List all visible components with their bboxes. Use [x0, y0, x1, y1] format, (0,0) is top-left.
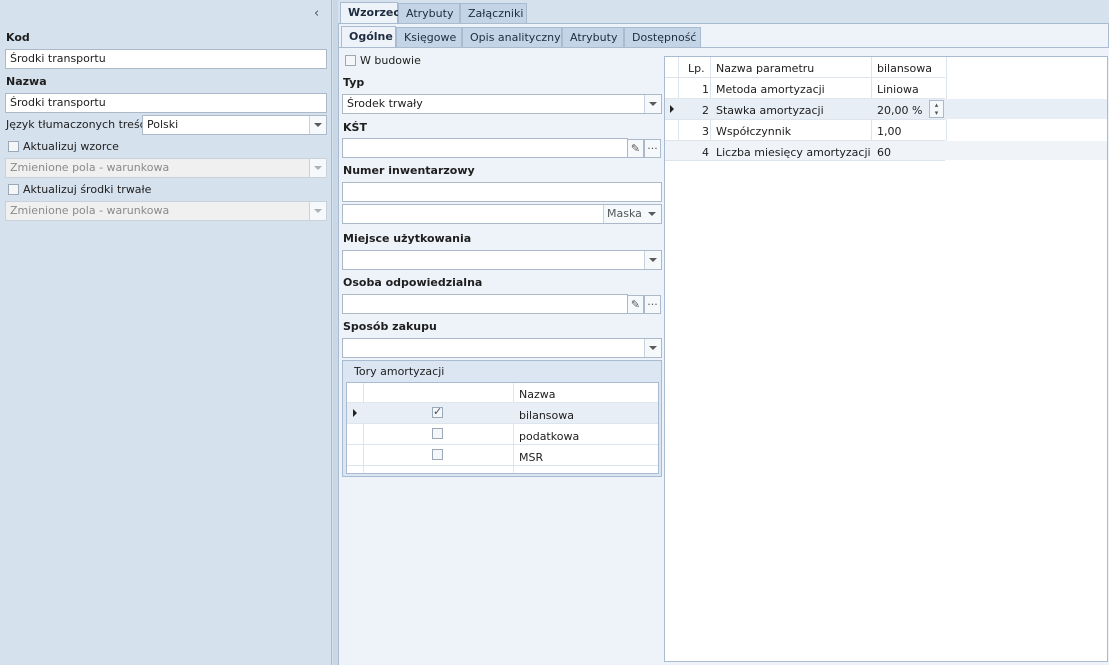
chevron-down-icon[interactable]: [644, 95, 661, 113]
grid-divider: [363, 383, 364, 473]
jezyk-value: Polski: [147, 118, 179, 131]
tab-opis-analityczny[interactable]: Opis analityczny: [462, 27, 562, 47]
tory-grid: Nazwa bilansowa podatkowa MSR: [346, 382, 659, 474]
grid-divider: [513, 383, 514, 473]
tory-checkbox-msr[interactable]: [432, 449, 443, 460]
chevron-down-icon: [309, 202, 326, 220]
params-grid: Lp. Nazwa parametru bilansowa 1 Metoda a…: [664, 56, 1108, 662]
typ-select[interactable]: Środek trwały: [342, 94, 662, 114]
aktualizuj-srodki-checkbox[interactable]: [8, 184, 19, 195]
tab-zalaczniki[interactable]: Załączniki: [460, 3, 527, 23]
tab-dostepnosc[interactable]: Dostępność: [624, 27, 701, 47]
tab-ogolne[interactable]: Ogólne: [341, 26, 396, 48]
tab-ksiegowe[interactable]: Księgowe: [396, 27, 462, 47]
jezyk-label: Język tłumaczonych treści:: [6, 118, 153, 131]
kst-label: KŚT: [343, 121, 367, 134]
grid-divider: [347, 423, 658, 424]
kst-field[interactable]: [342, 138, 628, 158]
aktualizuj-srodki-label: Aktualizuj środki trwałe: [23, 183, 152, 196]
tory-group: Tory amortyzacji Nazwa bilansowa podatko…: [342, 360, 662, 477]
grid-divider: [347, 465, 658, 466]
tory-checkbox-bilansowa[interactable]: [432, 405, 443, 418]
aktualizuj-wzorce-value: Zmienione pola - warunkowa: [10, 161, 170, 174]
aktualizuj-wzorce-label: Aktualizuj wzorce: [23, 140, 119, 153]
spinner-icon[interactable]: ▴ ▾: [929, 100, 944, 118]
tory-checkbox-podatkowa[interactable]: [432, 428, 443, 439]
params-value[interactable]: 1,00: [873, 121, 906, 142]
params-lp: 3: [702, 125, 709, 138]
ellipsis-button[interactable]: ···: [644, 139, 661, 158]
miejsce-label: Miejsce użytkowania: [343, 232, 472, 245]
typ-value: Środek trwały: [347, 97, 423, 110]
grid-divider: [665, 77, 945, 78]
eraser-icon[interactable]: ✎: [627, 295, 644, 314]
params-lp: 1: [702, 83, 709, 96]
tab-atrybuty-sub[interactable]: Atrybuty: [562, 27, 624, 47]
sposob-label: Sposób zakupu: [343, 320, 437, 333]
chevron-down-icon: [648, 212, 656, 216]
kod-label: Kod: [6, 31, 30, 44]
w-budowie-checkbox[interactable]: [345, 55, 356, 66]
chevron-down-icon[interactable]: [644, 251, 661, 269]
maska-select[interactable]: Maska: [603, 205, 661, 223]
nazwa-field[interactable]: Środki transportu: [5, 93, 327, 113]
maska-label: Maska: [607, 207, 642, 220]
aktualizuj-wzorce-checkbox[interactable]: [8, 141, 19, 152]
params-lp: 2: [702, 104, 709, 117]
maska-field[interactable]: Maska: [342, 204, 662, 224]
params-nazwa: Współczynnik: [716, 125, 792, 138]
sposob-select[interactable]: [342, 338, 662, 358]
params-header-value: bilansowa: [877, 62, 933, 75]
table-row-selected: [347, 403, 658, 423]
params-header-lp: Lp.: [688, 62, 705, 75]
kod-field[interactable]: Środki transportu: [5, 49, 327, 69]
chevron-left-icon[interactable]: ‹: [314, 6, 326, 21]
tab-wzorzec[interactable]: Wzorzec: [340, 2, 400, 24]
grid-divider: [665, 160, 945, 161]
left-panel: ‹ Kod Środki transportu Nazwa Środki tra…: [0, 0, 332, 665]
ellipsis-button[interactable]: ···: [644, 295, 661, 314]
osoba-label: Osoba odpowiedzialna: [343, 276, 483, 289]
chevron-down-icon[interactable]: [644, 339, 661, 357]
w-budowie-label: W budowie: [360, 54, 421, 67]
numer-label: Numer inwentarzowy: [343, 164, 475, 177]
nazwa-label: Nazwa: [6, 75, 47, 88]
jezyk-select[interactable]: Polski: [142, 115, 327, 135]
chevron-down-icon: [309, 159, 326, 177]
tory-title: Tory amortyzacji: [354, 365, 445, 378]
eraser-icon[interactable]: ✎: [627, 139, 644, 158]
osoba-field[interactable]: [342, 294, 628, 314]
params-nazwa: Metoda amortyzacji: [716, 83, 825, 96]
aktualizuj-wzorce-select: Zmienione pola - warunkowa: [5, 158, 327, 178]
params-value[interactable]: Liniowa: [873, 79, 923, 100]
row-indicator-icon: [353, 409, 357, 417]
aktualizuj-srodki-value: Zmienione pola - warunkowa: [10, 204, 170, 217]
chevron-down-icon[interactable]: [309, 116, 326, 134]
params-value[interactable]: 20,00 %: [873, 100, 926, 121]
row-indicator-icon: [670, 105, 674, 113]
grid-divider: [665, 119, 945, 120]
miejsce-select[interactable]: [342, 250, 662, 270]
params-header-nazwa: Nazwa parametru: [716, 62, 815, 75]
aktualizuj-srodki-select: Zmienione pola - warunkowa: [5, 201, 327, 221]
tab-atrybuty[interactable]: Atrybuty: [398, 3, 460, 23]
typ-label: Typ: [343, 76, 365, 89]
numer-field[interactable]: [342, 182, 662, 202]
params-nazwa: Stawka amortyzacji: [716, 104, 824, 117]
grid-divider: [347, 444, 658, 445]
